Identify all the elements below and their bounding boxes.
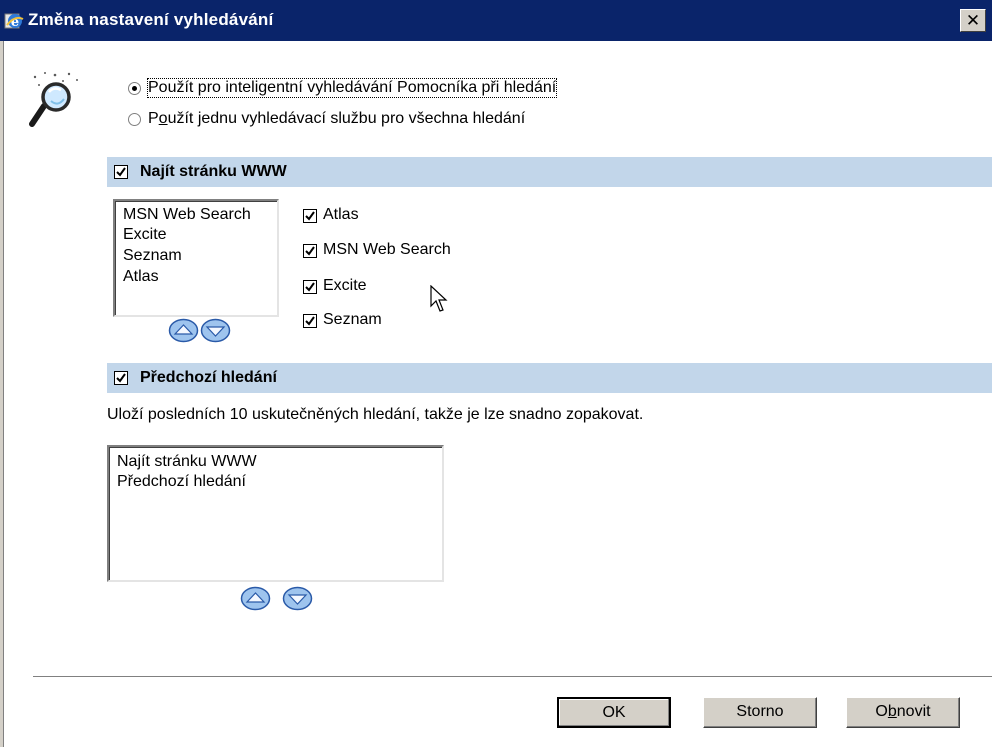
restore-button[interactable]: Obnovit (846, 697, 960, 728)
ok-button[interactable]: OK (557, 697, 671, 728)
section-find-web-header: Najít stránku WWW (107, 157, 992, 187)
list-item[interactable]: Předchozí hledání (117, 471, 246, 492)
check-icon (305, 316, 315, 326)
list-item[interactable]: Najít stránku WWW (117, 451, 257, 472)
arrow-down-icon[interactable] (200, 318, 231, 343)
find-web-checkbox[interactable] (114, 165, 128, 179)
list-item[interactable]: Excite (123, 224, 167, 245)
check-icon (305, 282, 315, 292)
find-web-label: Najít stránku WWW (140, 163, 287, 180)
previous-search-label: Předchozí hledání (140, 369, 277, 386)
provider-label: Excite (323, 277, 367, 294)
previous-search-checkbox[interactable] (114, 371, 128, 385)
previous-search-description: Uloží posledních 10 uskutečněných hledán… (107, 406, 644, 423)
find-web-order-list[interactable]: MSN Web Search Excite Seznam Atlas (113, 199, 279, 317)
close-button[interactable]: ✕ (960, 9, 986, 32)
radio-button-single[interactable] (128, 113, 141, 126)
footer-divider (33, 676, 992, 678)
check-icon (305, 246, 315, 256)
ie-icon: e (4, 13, 24, 30)
radio-smart-label: Použít pro inteligentní vyhledávání Pomo… (146, 78, 558, 98)
magnifier-icon (29, 72, 78, 127)
radio-single-label: Použít jednu vyhledávací službu pro všec… (148, 110, 526, 127)
list-item[interactable]: Atlas (123, 266, 159, 287)
title-bar: e Změna nastavení vyhledávání ✕ (0, 0, 992, 41)
close-icon: ✕ (965, 11, 981, 30)
section-previous-header: Předchozí hledání (107, 363, 992, 393)
radio-button-smart[interactable] (128, 82, 141, 95)
list-item[interactable]: Seznam (123, 245, 182, 266)
cancel-button[interactable]: Storno (703, 697, 817, 728)
section-order-list[interactable]: Najít stránku WWW Předchozí hledání (107, 445, 444, 582)
check-icon (305, 211, 315, 221)
mouse-cursor-icon (430, 285, 448, 312)
check-icon (116, 373, 126, 383)
window-title: Změna nastavení vyhledávání (28, 10, 274, 29)
provider-label: MSN Web Search (323, 241, 451, 258)
radio-selected-dot (132, 86, 137, 91)
check-icon (116, 167, 126, 177)
provider-checkbox[interactable] (303, 280, 317, 294)
list-item[interactable]: MSN Web Search (123, 204, 251, 225)
provider-label: Atlas (323, 206, 359, 223)
provider-checkbox[interactable] (303, 314, 317, 328)
provider-checkbox[interactable] (303, 244, 317, 258)
arrow-up-icon[interactable] (168, 318, 199, 343)
provider-label: Seznam (323, 311, 382, 328)
provider-checkbox[interactable] (303, 209, 317, 223)
arrow-down-icon[interactable] (282, 586, 313, 611)
arrow-up-icon[interactable] (240, 586, 271, 611)
window-border (0, 41, 4, 747)
